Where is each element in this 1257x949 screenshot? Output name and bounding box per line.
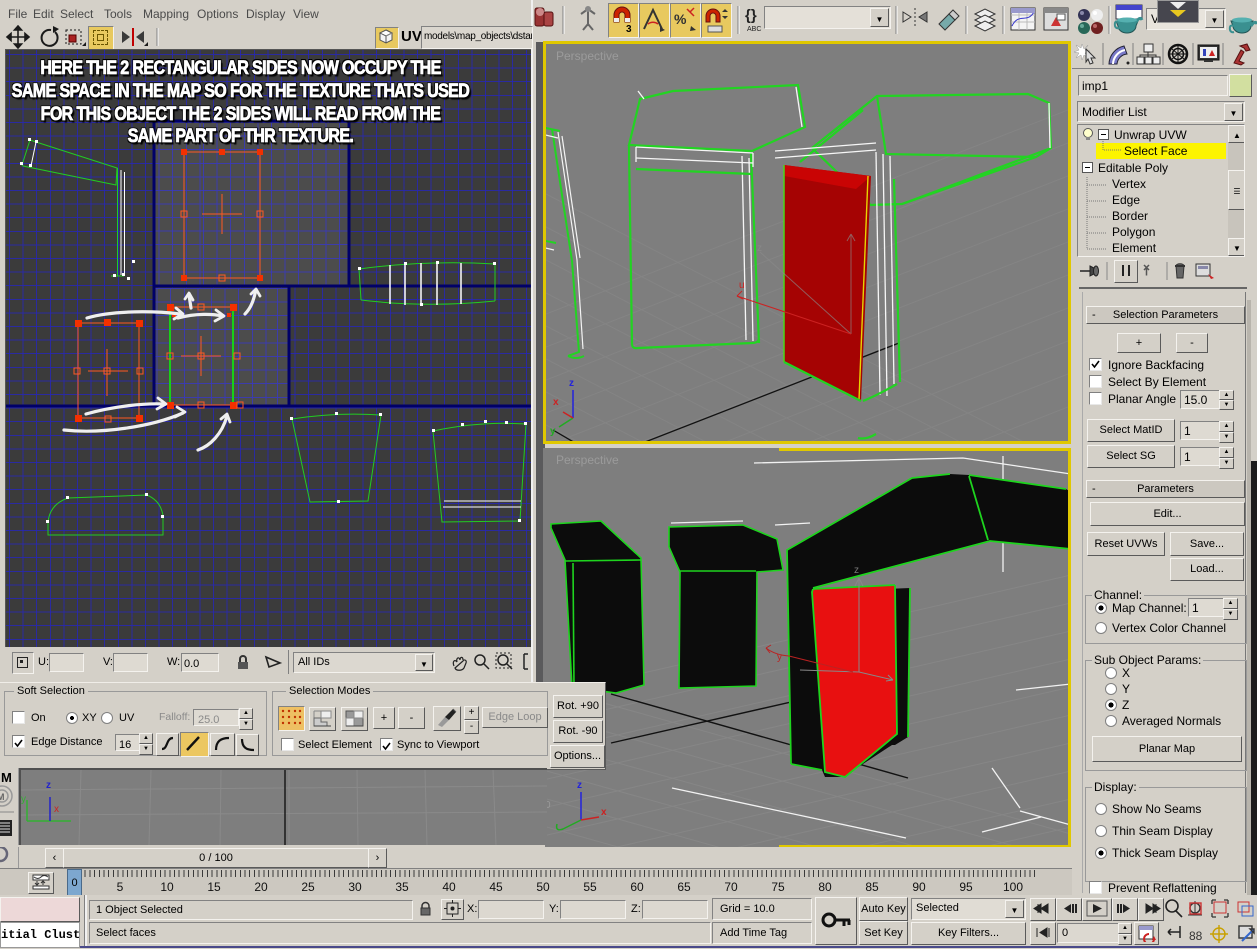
svg-text:z: z [757,243,762,254]
svg-text:x: x [54,804,59,815]
svg-text:M: M [0,792,5,802]
svg-text:25: 25 [301,880,315,894]
svg-text:15: 15 [207,880,221,894]
svg-text:60: 60 [630,880,644,894]
svg-text:z: z [854,565,859,576]
svg-text:35: 35 [395,880,409,894]
svg-text:45: 45 [489,880,503,894]
svg-text:10: 10 [160,880,174,894]
svg-text:20: 20 [254,880,268,894]
svg-text:55: 55 [583,880,597,894]
svg-text:40: 40 [442,880,456,894]
svg-text:3: 3 [626,24,632,35]
svg-text:85: 85 [865,880,879,894]
svg-text:y: y [21,794,26,805]
svg-text:88: 88 [1189,929,1203,943]
svg-text:{}: {} [745,7,757,24]
svg-text:y: y [777,652,782,663]
svg-text:100: 100 [1003,880,1023,894]
svg-text:z: z [569,378,574,389]
svg-text:x: x [553,397,559,408]
svg-text:z: z [46,780,51,791]
svg-text:5: 5 [117,880,124,894]
svg-text:80: 80 [818,880,832,894]
svg-text:50: 50 [536,880,550,894]
svg-text:30: 30 [348,880,362,894]
svg-text:Perspective: Perspective [556,49,619,63]
svg-text:Perspective: Perspective [556,453,619,467]
svg-text:65: 65 [677,880,691,894]
svg-text:ABC: ABC [747,26,761,33]
svg-text:70: 70 [724,880,738,894]
svg-text:75: 75 [771,880,785,894]
svg-text:95: 95 [959,880,973,894]
svg-text:%: % [674,11,687,27]
svg-text:90: 90 [912,880,926,894]
svg-text:u: u [739,280,745,291]
svg-text:y: y [550,426,556,437]
